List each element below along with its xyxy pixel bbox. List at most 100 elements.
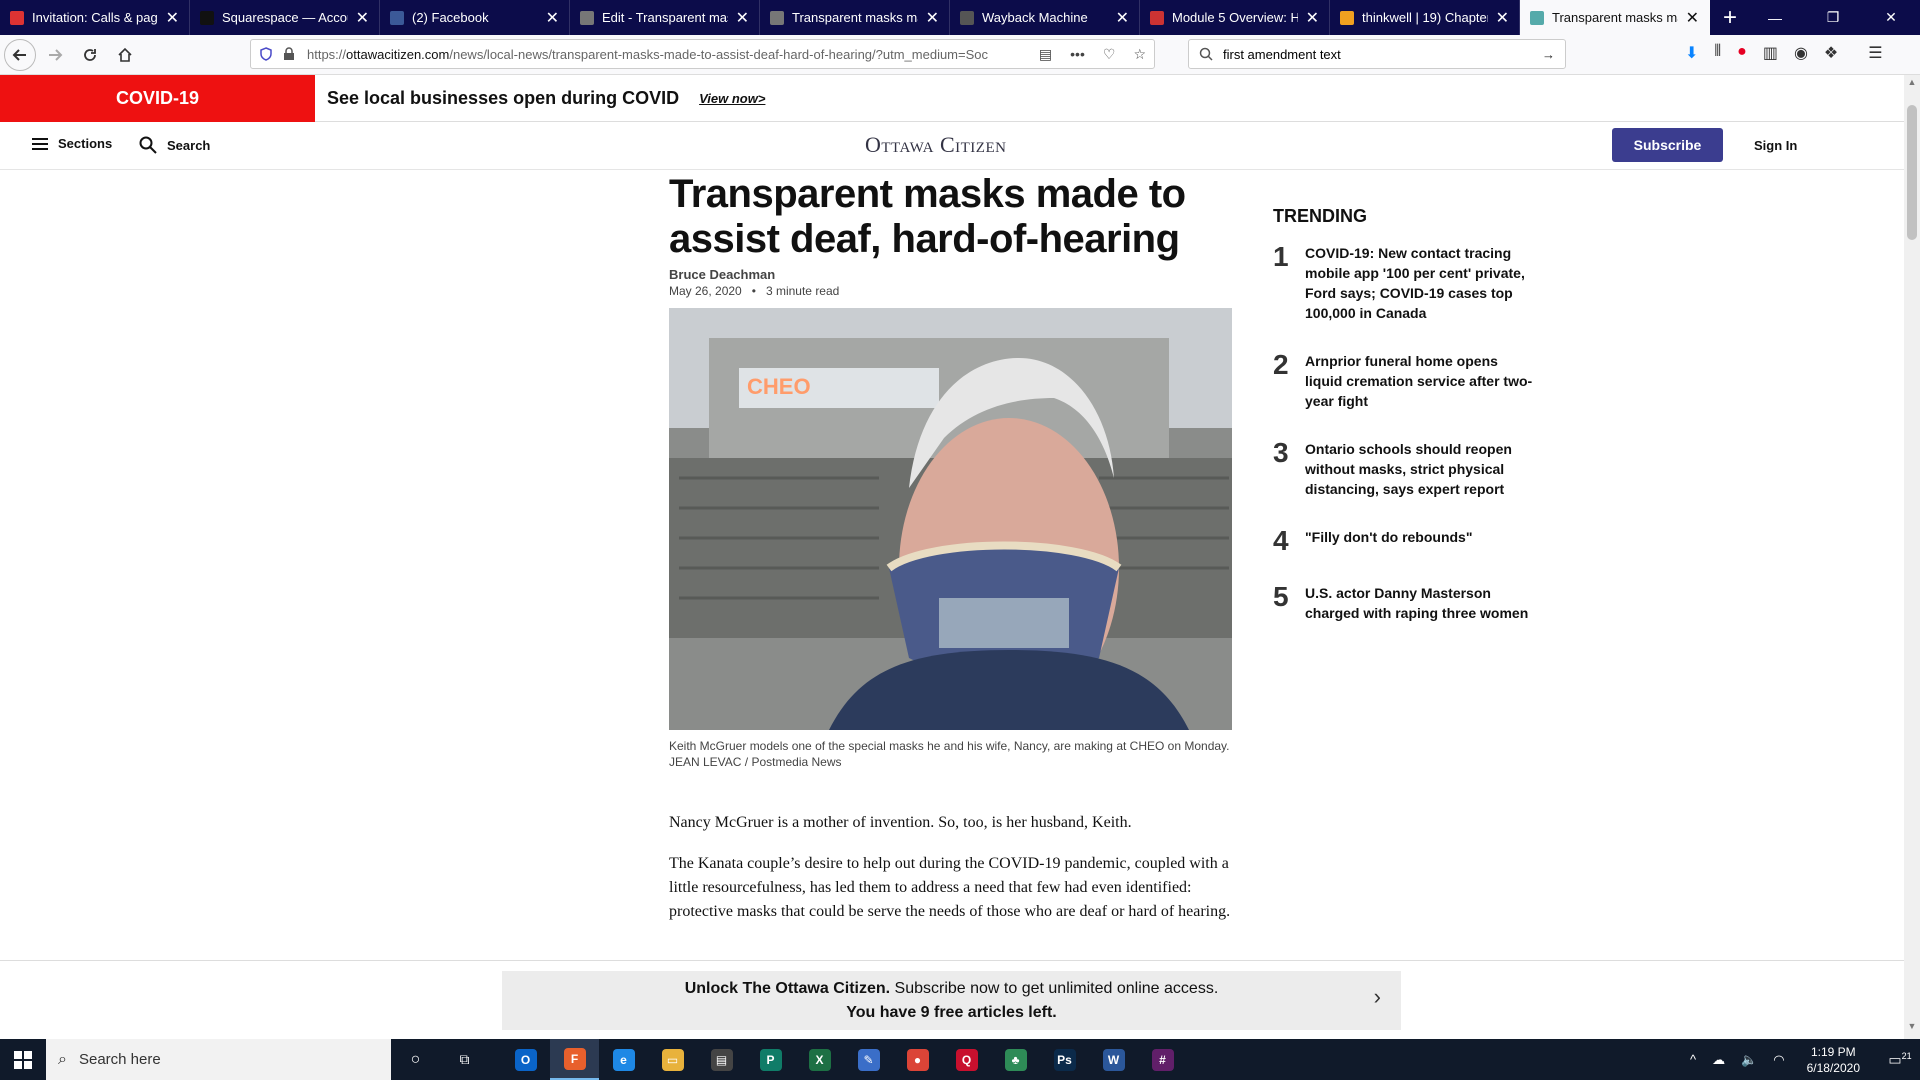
tab-close-icon[interactable]: ✕ [1116, 8, 1129, 28]
page-actions-icon[interactable]: ••• [1070, 46, 1085, 63]
taskbar-app-excel[interactable]: X [795, 1039, 844, 1080]
pocket-icon[interactable]: ♡ [1103, 46, 1116, 63]
search-bar[interactable]: → [1188, 39, 1566, 69]
sections-button[interactable]: Sections [32, 136, 112, 151]
chevron-up-icon[interactable]: ^ [1690, 1052, 1696, 1067]
site-logo[interactable]: Ottawa Citizen [865, 132, 1006, 158]
browser-tab[interactable]: (2) Facebook ✕ [380, 0, 570, 35]
tab-close-icon[interactable]: ✕ [736, 8, 749, 28]
trending-item[interactable]: 3 Ontario schools should reopen without m… [1273, 439, 1533, 499]
onedrive-icon[interactable]: ☁ [1712, 1052, 1725, 1068]
notification-center[interactable]: ▭21 [1880, 1051, 1920, 1069]
scroll-thumb[interactable] [1907, 105, 1917, 240]
search-field[interactable] [1223, 46, 1542, 62]
close-window-button[interactable]: ✕ [1862, 0, 1920, 35]
tab-close-icon[interactable]: ✕ [1306, 8, 1319, 28]
tab-close-icon[interactable]: ✕ [546, 8, 559, 28]
extension-icon[interactable]: ❖ [1824, 43, 1838, 63]
trending-headline[interactable]: Ontario schools should reopen without ma… [1305, 439, 1533, 499]
sidebar-icon[interactable]: ▥ [1763, 43, 1778, 63]
article-author[interactable]: Bruce Deachman [669, 267, 775, 282]
reader-view-icon[interactable]: ▤ [1039, 46, 1052, 63]
page-scrollbar[interactable]: ▲ ▼ [1904, 75, 1920, 1039]
scroll-up-icon[interactable]: ▲ [1904, 77, 1920, 93]
taskbar-search[interactable]: ⌕ Search here [46, 1039, 391, 1080]
taskbar-app-slack[interactable]: # [1138, 1039, 1187, 1080]
browser-tab[interactable]: Transparent masks made ✕ [1520, 0, 1710, 35]
taskbar-app-edge[interactable]: e [599, 1039, 648, 1080]
tab-close-icon[interactable]: ✕ [1496, 8, 1509, 28]
sign-in-link[interactable]: Sign In [1754, 138, 1797, 153]
tab-favicon-icon [200, 10, 214, 25]
chevron-right-icon[interactable]: › [1374, 985, 1381, 1009]
browser-tab[interactable]: Module 5 Overview: HST ✕ [1140, 0, 1330, 35]
trending-headline[interactable]: COVID-19: New contact tracing mobile app… [1305, 243, 1533, 323]
tab-close-icon[interactable]: ✕ [166, 8, 179, 28]
browser-tab[interactable]: Transparent masks made to a ✕ [760, 0, 950, 35]
browser-tab[interactable]: Squarespace — Account ✕ [190, 0, 380, 35]
search-go-icon[interactable]: → [1542, 47, 1555, 62]
chrome-icon: ● [906, 1048, 929, 1071]
url-text[interactable]: https://ottawacitizen.com/news/local-new… [307, 47, 1039, 62]
taskbar-app-outlook[interactable]: O [501, 1039, 550, 1080]
trending-headline[interactable]: Arnprior funeral home opens liquid crema… [1305, 351, 1533, 411]
trending-headline[interactable]: U.S. actor Danny Masterson charged with … [1305, 583, 1533, 623]
taskbar-app-chrome[interactable]: ● [893, 1039, 942, 1080]
start-button[interactable] [0, 1039, 46, 1080]
trending-item[interactable]: 2 Arnprior funeral home opens liquid crem… [1273, 351, 1533, 411]
taskbar-app-file-explorer[interactable]: ▭ [648, 1039, 697, 1080]
lock-icon[interactable] [283, 47, 295, 61]
reload-button[interactable] [74, 39, 106, 71]
article-photo[interactable]: CHEO [669, 308, 1232, 730]
account-icon[interactable]: ◉ [1794, 43, 1808, 63]
back-button[interactable] [4, 38, 36, 71]
clock-date: 6/18/2020 [1806, 1060, 1860, 1075]
scroll-down-icon[interactable]: ▼ [1904, 1021, 1920, 1037]
search-icon [1199, 47, 1213, 61]
covid-tag[interactable]: COVID-19 [0, 75, 315, 122]
pinterest-icon[interactable]: ● [1737, 43, 1747, 63]
taskbar-app-app-red[interactable]: Q [942, 1039, 991, 1080]
tab-close-icon[interactable]: ✕ [356, 8, 369, 28]
subscribe-button[interactable]: Subscribe [1612, 128, 1723, 162]
taskbar-app-photoshop[interactable]: Ps [1040, 1039, 1089, 1080]
trending-item[interactable]: 5 U.S. actor Danny Masterson charged with… [1273, 583, 1533, 623]
browser-tab[interactable]: Wayback Machine ✕ [950, 0, 1140, 35]
url-scheme: https:// [307, 46, 347, 62]
taskbar-app-publisher[interactable]: P [746, 1039, 795, 1080]
trending-item[interactable]: 4 "Filly don't do rebounds" [1273, 527, 1533, 555]
cortana-button[interactable]: ○ [391, 1039, 440, 1080]
new-tab-button[interactable]: + [1710, 0, 1750, 35]
menu-icon[interactable]: ☰ [1868, 43, 1882, 63]
trending-headline[interactable]: "Filly don't do rebounds" [1305, 527, 1472, 555]
taskbar-app-pen[interactable]: ✎ [844, 1039, 893, 1080]
view-now-link[interactable]: View now> [699, 91, 765, 106]
window-controls: — ❐ ✕ [1746, 0, 1920, 35]
shield-icon[interactable] [259, 47, 273, 61]
minimize-button[interactable]: — [1746, 0, 1804, 35]
browser-tab[interactable]: Edit - Transparent masks made ✕ [570, 0, 760, 35]
taskbar-app-app-green[interactable]: ♣ [991, 1039, 1040, 1080]
taskbar-app-firefox[interactable]: F [550, 1039, 599, 1080]
task-view-button[interactable]: ⧉ [440, 1039, 489, 1080]
tab-close-icon[interactable]: ✕ [1686, 8, 1699, 28]
forward-button[interactable] [39, 39, 71, 71]
download-icon[interactable]: ⬇ [1685, 43, 1698, 63]
taskbar-app-store[interactable]: ▤ [697, 1039, 746, 1080]
volume-icon[interactable]: 🔈 [1741, 1052, 1757, 1068]
search-button[interactable]: Search [139, 136, 210, 154]
clock[interactable]: 1:19 PM 6/18/2020 [1807, 1044, 1860, 1076]
wifi-icon[interactable]: ◠ [1773, 1052, 1784, 1068]
restore-button[interactable]: ❐ [1804, 0, 1862, 35]
trending-item[interactable]: 1 COVID-19: New contact tracing mobile ap… [1273, 243, 1533, 323]
bookmark-star-icon[interactable]: ☆ [1133, 46, 1146, 63]
browser-tab[interactable]: thinkwell | 19) Chapter 5 ✕ [1330, 0, 1520, 35]
browser-tab[interactable]: Invitation: Calls & pages ✕ [0, 0, 190, 35]
address-bar[interactable]: https://ottawacitizen.com/news/local-new… [250, 39, 1155, 69]
taskbar-app-word[interactable]: W [1089, 1039, 1138, 1080]
paywall-cta[interactable]: Unlock The Ottawa Citizen. Subscribe now… [502, 971, 1401, 1030]
tab-close-icon[interactable]: ✕ [926, 8, 939, 28]
home-button[interactable] [109, 39, 141, 71]
library-icon[interactable]: ⫴ [1714, 43, 1721, 63]
covid-banner-text: See local businesses open during COVID [327, 87, 680, 108]
